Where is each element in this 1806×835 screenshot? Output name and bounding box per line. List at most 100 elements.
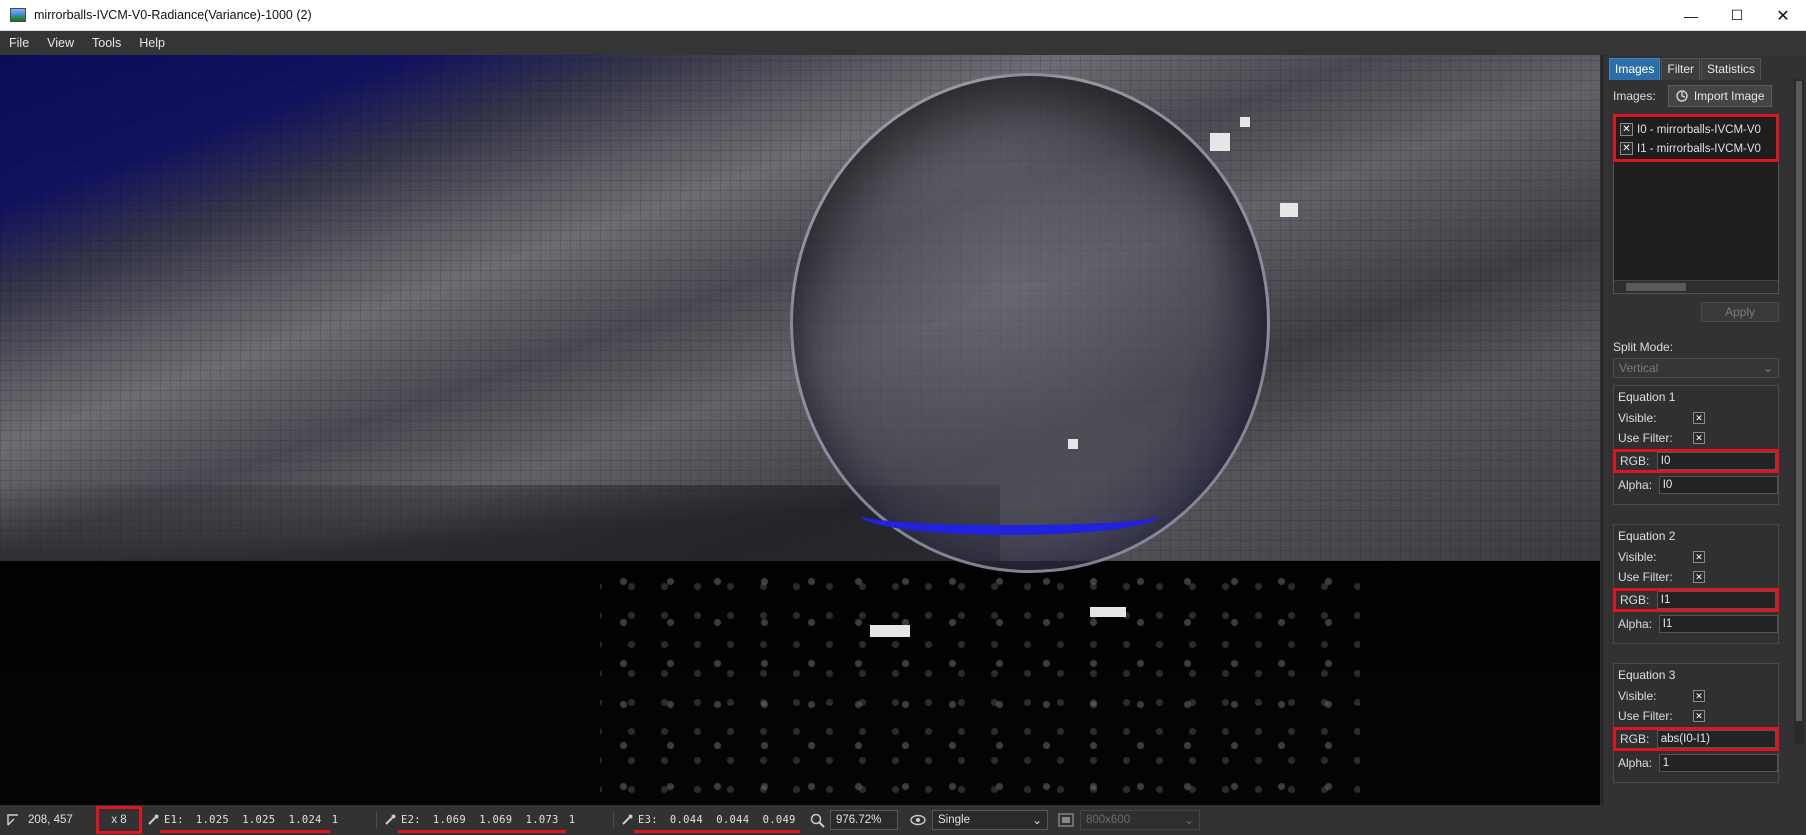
e3-underline [634, 830, 800, 833]
resolution-select[interactable]: 800x600 ⌄ [1080, 810, 1200, 830]
image-list[interactable]: ✕ I0 - mirrorballs-IVCM-V0 ✕ I1 - mirror… [1613, 114, 1779, 294]
panel-scrollbar-thumb[interactable] [1796, 81, 1802, 721]
use-filter-label: Use Filter: [1618, 570, 1673, 584]
panel-scrollbar[interactable] [1794, 79, 1804, 744]
resolution-icon [1058, 813, 1074, 827]
menu-view[interactable]: View [38, 31, 83, 55]
menu-bar: File View Tools Help [0, 31, 1806, 55]
e3-label: E3: [638, 814, 658, 826]
cursor-coords: 208, 457 [28, 814, 73, 826]
rgb-input[interactable]: I1 [1656, 591, 1776, 609]
alpha-input[interactable]: 1 [1658, 754, 1778, 772]
e2-values: 1.069 1.069 1.073 [432, 814, 559, 826]
highlight-speck [1280, 203, 1298, 217]
split-mode-row: Split Mode: [1613, 340, 1673, 354]
zoom-factor: x 8 [111, 814, 127, 826]
image-shadow [0, 485, 1000, 561]
view-mode-select[interactable]: Single ⌄ [932, 810, 1048, 830]
tab-filter[interactable]: Filter [1661, 58, 1701, 80]
close-icon[interactable]: ✕ [1620, 142, 1633, 155]
use-filter-label: Use Filter: [1618, 431, 1673, 445]
import-image-button[interactable]: Import Image [1667, 85, 1772, 107]
eyedropper-icon [148, 814, 159, 825]
maximize-button[interactable]: ☐ [1714, 0, 1760, 31]
image-list-hscroll-thumb[interactable] [1626, 283, 1686, 291]
equation-1-group: Equation 1 Visible: ✕ Use Filter: ✕ RGB: I0… [1613, 385, 1779, 505]
image-list-item[interactable]: ✕ I0 - mirrorballs-IVCM-V0 [1616, 120, 1776, 139]
rgb-label: RGB: [1620, 732, 1650, 746]
rgb-label: RGB: [1620, 454, 1650, 468]
equation-2-group: Equation 2 Visible: ✕ Use Filter: ✕ RGB: I1… [1613, 524, 1779, 644]
chevron-down-icon: ⌄ [1762, 361, 1773, 375]
rgb-row-highlight: RGB: abs(I0-I1) [1613, 727, 1779, 751]
window-title: mirrorballs-IVCM-V0-Radiance(Variance)-1… [34, 8, 312, 22]
zoom-factor-highlight: x 8 [96, 806, 142, 834]
visible-label: Visible: [1618, 689, 1657, 703]
use-filter-checkbox[interactable]: ✕ [1693, 571, 1705, 583]
visible-label: Visible: [1618, 550, 1657, 564]
equation-title: Equation 2 [1618, 529, 1676, 543]
view-mode-control: Single ⌄ [910, 805, 1048, 835]
chevron-down-icon: ⌄ [1184, 815, 1194, 827]
zoom-input[interactable]: 976.72% [830, 810, 898, 830]
resolution-value: 800x600 [1086, 814, 1131, 826]
mirror-ball-rim [860, 495, 1160, 535]
images-row: Images: Import Image [1613, 85, 1772, 107]
difference-noise [600, 561, 1360, 805]
split-mode-select[interactable]: Vertical ⌄ [1613, 358, 1779, 378]
menu-tools[interactable]: Tools [83, 31, 130, 55]
image-list-item-label: I0 - mirrorballs-IVCM-V0 [1637, 123, 1761, 136]
alpha-input[interactable]: I1 [1658, 615, 1778, 633]
image-canvas[interactable] [0, 55, 1600, 805]
image-list-hscroll[interactable] [1614, 280, 1778, 293]
alpha-label: Alpha: [1618, 617, 1653, 631]
view-mode-value: Single [938, 814, 970, 826]
apply-button[interactable]: Apply [1701, 302, 1779, 322]
rgb-input[interactable]: I0 [1656, 452, 1776, 470]
rgb-row-highlight: RGB: I0 [1613, 449, 1779, 473]
right-panel: Images Filter Statistics Images: Import … [1602, 55, 1806, 805]
visible-checkbox[interactable]: ✕ [1693, 690, 1705, 702]
menu-file[interactable]: File [0, 31, 38, 55]
cursor-position: 208, 457 [6, 805, 73, 835]
alpha-label: Alpha: [1618, 478, 1653, 492]
highlight-speck [1240, 117, 1250, 127]
visible-label: Visible: [1618, 411, 1657, 425]
e1-label: E1: [164, 814, 184, 826]
close-button[interactable]: ✕ [1760, 0, 1806, 31]
image-list-item[interactable]: ✕ I1 - mirrorballs-IVCM-V0 [1616, 139, 1776, 158]
minimize-button[interactable]: — [1668, 0, 1714, 31]
menu-help[interactable]: Help [130, 31, 174, 55]
use-filter-checkbox[interactable]: ✕ [1693, 432, 1705, 444]
visible-checkbox[interactable]: ✕ [1693, 551, 1705, 563]
e1-values: 1.025 1.025 1.024 [195, 814, 322, 826]
use-filter-checkbox[interactable]: ✕ [1693, 710, 1705, 722]
rgb-label: RGB: [1620, 593, 1650, 607]
separator [613, 811, 614, 829]
cursor-position-icon [7, 814, 18, 826]
tab-images[interactable]: Images [1609, 58, 1661, 80]
equation-title: Equation 1 [1618, 390, 1676, 404]
image-list-item-label: I1 - mirrorballs-IVCM-V0 [1637, 142, 1761, 155]
import-image-label: Import Image [1693, 89, 1765, 103]
e1-underline [160, 830, 330, 833]
eye-icon [910, 814, 926, 826]
magnifier-icon [810, 813, 825, 828]
close-icon[interactable]: ✕ [1620, 123, 1633, 136]
zoom-percent: 976.72% [836, 814, 882, 826]
eyedropper-icon [622, 814, 633, 825]
e2-underline [398, 830, 566, 833]
separator [376, 811, 377, 829]
alpha-input[interactable]: I0 [1658, 476, 1778, 494]
visible-checkbox[interactable]: ✕ [1693, 412, 1705, 424]
e2-label: E2: [401, 814, 421, 826]
alpha-label: Alpha: [1618, 756, 1653, 770]
tab-statistics[interactable]: Statistics [1701, 58, 1762, 80]
window-controls: — ☐ ✕ [1668, 0, 1806, 31]
rgb-input[interactable]: abs(I0-I1) [1656, 730, 1776, 748]
split-mode-label: Split Mode: [1613, 340, 1674, 354]
highlight-speck [1068, 439, 1078, 449]
title-bar: mirrorballs-IVCM-V0-Radiance(Variance)-1… [0, 0, 1806, 31]
zoom-control: 976.72% [810, 805, 898, 835]
equation-title: Equation 3 [1618, 668, 1676, 682]
